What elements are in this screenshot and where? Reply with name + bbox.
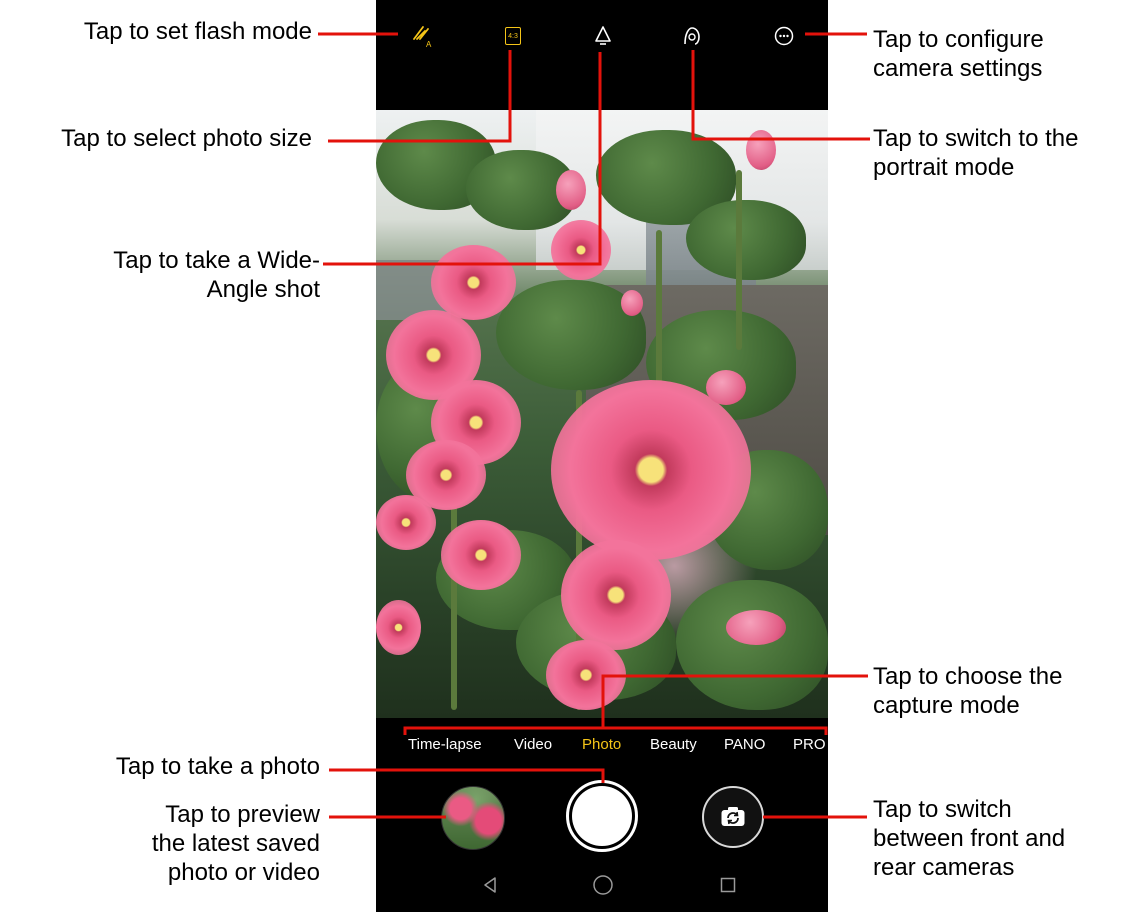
- callout-take-photo: Tap to take a photo: [115, 753, 320, 780]
- flower-bud: [706, 370, 746, 405]
- plant-stem: [736, 170, 742, 350]
- mode-photo[interactable]: Photo: [582, 736, 621, 753]
- leaf: [686, 200, 806, 280]
- home-circle-icon[interactable]: [588, 870, 618, 900]
- mode-time-lapse[interactable]: Time-lapse: [408, 736, 482, 753]
- callout-settings: Tap to configure camera settings: [873, 26, 1044, 82]
- flower-bud: [621, 290, 643, 316]
- recents-square-icon[interactable]: [713, 870, 743, 900]
- switch-camera-button[interactable]: [702, 786, 764, 848]
- callout-photo-size: Tap to select photo size: [61, 125, 312, 152]
- portrait-mode-icon[interactable]: [678, 22, 706, 50]
- hollyhock-flower: [431, 245, 516, 320]
- switch-camera-icon: [721, 807, 745, 826]
- capture-mode-strip: Time-lapse Video Photo Beauty PANO PRO: [376, 736, 828, 760]
- wide-angle-icon[interactable]: [589, 22, 617, 50]
- shutter-button[interactable]: [566, 780, 638, 852]
- back-triangle-icon[interactable]: [475, 870, 505, 900]
- hollyhock-flower: [376, 600, 421, 655]
- hollyhock-flower-large: [551, 380, 751, 560]
- callout-preview: Tap to preview the latest saved photo or…: [151, 801, 320, 886]
- callout-switch-camera: Tap to switch between front and rear cam…: [873, 796, 1066, 881]
- shutter-inner: [572, 786, 632, 846]
- flash-auto-icon[interactable]: A: [408, 22, 436, 50]
- flower-bud: [726, 610, 786, 645]
- hollyhock-flower: [561, 540, 671, 650]
- svg-text:A: A: [426, 40, 432, 49]
- hollyhock-flower: [546, 640, 626, 710]
- mode-beauty[interactable]: Beauty: [650, 736, 697, 753]
- more-options-icon[interactable]: [770, 22, 798, 50]
- flower-bud: [556, 170, 586, 210]
- hollyhock-flower: [376, 495, 436, 550]
- phone-screen: A 4:3 Time-lapse Video Photo Beauty PANO…: [376, 0, 828, 912]
- photo-size-button[interactable]: 4:3: [499, 22, 527, 50]
- camera-top-bar: A 4:3: [376, 0, 828, 110]
- callout-portrait: Tap to switch to the portrait mode: [873, 125, 1079, 181]
- mode-pano[interactable]: PANO: [724, 736, 765, 753]
- flower-bud: [746, 130, 776, 170]
- camera-viewfinder[interactable]: [376, 110, 828, 718]
- callout-flash: Tap to set flash mode: [83, 18, 312, 45]
- callout-capture-mode: Tap to choose the capture mode: [873, 663, 1063, 719]
- callout-wide-angle: Tap to take a Wide- Angle shot: [113, 247, 320, 303]
- hollyhock-flower: [551, 220, 611, 280]
- mode-pro[interactable]: PRO: [793, 736, 826, 753]
- leaf: [676, 580, 828, 710]
- gallery-thumbnail[interactable]: [441, 786, 505, 850]
- photo-size-label: 4:3: [508, 32, 518, 40]
- mode-video[interactable]: Video: [514, 736, 552, 753]
- hollyhock-flower: [441, 520, 521, 590]
